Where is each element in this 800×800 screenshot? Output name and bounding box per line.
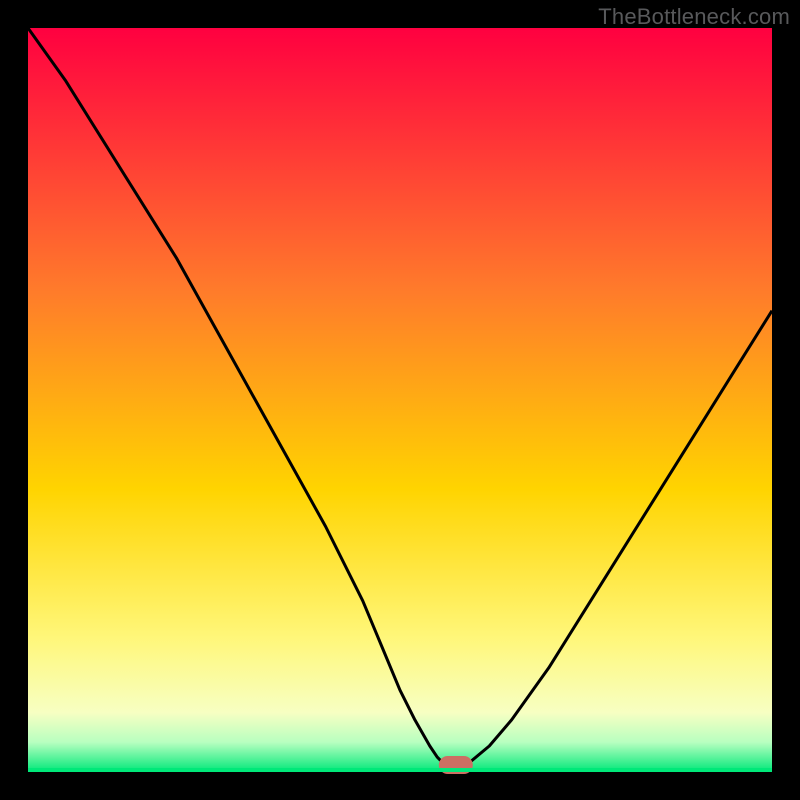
watermark-text: TheBottleneck.com: [598, 4, 790, 30]
bottleneck-chart: [0, 0, 800, 800]
chart-frame: TheBottleneck.com: [0, 0, 800, 800]
plot-gradient-background: [28, 28, 772, 772]
baseline-accent: [28, 768, 772, 772]
